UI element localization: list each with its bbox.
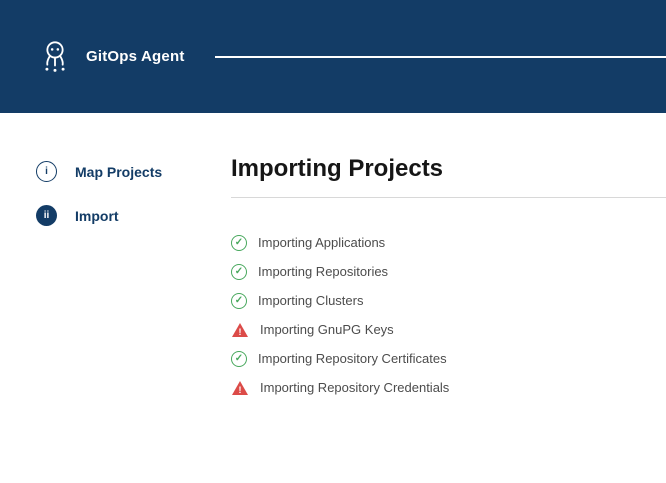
header-rule [215, 56, 666, 58]
list-item-label: Importing Repositories [258, 264, 388, 279]
step-label: Map Projects [75, 164, 162, 180]
check-circle-icon [231, 293, 247, 309]
warning-triangle-icon [231, 322, 249, 338]
list-item: Importing Repository Credentials [231, 380, 666, 396]
import-status-list: Importing Applications Importing Reposit… [231, 235, 666, 396]
page-title: Importing Projects [231, 155, 666, 183]
list-item-label: Importing Clusters [258, 293, 363, 308]
list-item: Importing Clusters [231, 293, 666, 309]
list-item: Importing Applications [231, 235, 666, 251]
step-number-badge: ii [36, 205, 57, 226]
check-circle-icon [231, 235, 247, 251]
warning-triangle-icon [231, 380, 249, 396]
list-item-label: Importing GnuPG Keys [260, 322, 394, 337]
list-item-label: Importing Applications [258, 235, 385, 250]
app-title: GitOps Agent [86, 48, 185, 65]
argo-octopus-logo-icon [38, 38, 72, 76]
wizard-steps-sidebar: i Map Projects ii Import [0, 113, 231, 396]
check-circle-icon [231, 351, 247, 367]
sidebar-item-import[interactable]: ii Import [36, 205, 231, 226]
sidebar-item-map-projects[interactable]: i Map Projects [36, 161, 231, 182]
list-item-label: Importing Repository Certificates [258, 351, 447, 366]
step-number-badge: i [36, 161, 57, 182]
app-header: GitOps Agent [0, 0, 666, 113]
list-item-label: Importing Repository Credentials [260, 380, 449, 395]
list-item: Importing Repositories [231, 264, 666, 280]
title-divider [231, 197, 666, 198]
list-item: Importing GnuPG Keys [231, 322, 666, 338]
step-label: Import [75, 208, 119, 224]
main-panel: Importing Projects Importing Application… [231, 113, 666, 396]
check-circle-icon [231, 264, 247, 280]
page-body: i Map Projects ii Import Importing Proje… [0, 113, 666, 396]
list-item: Importing Repository Certificates [231, 351, 666, 367]
